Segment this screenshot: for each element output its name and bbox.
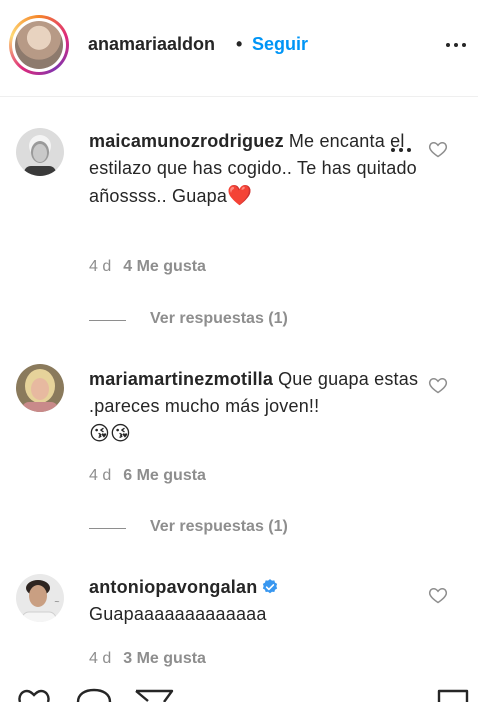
- comment-likes[interactable]: 4 Me gusta: [123, 258, 206, 275]
- like-heart-icon[interactable]: [428, 585, 448, 605]
- like-heart-icon[interactable]: [428, 375, 448, 395]
- kiss-emoji: 😘😘: [89, 421, 132, 445]
- comment-meta: 4 d 6 Me gusta: [89, 467, 206, 485]
- comment-body: mariamartinezmotilla Que guapa estas .par…: [89, 366, 419, 448]
- comment-username[interactable]: antoniopavongalan: [89, 577, 257, 597]
- comment-more-options-icon[interactable]: [389, 145, 413, 155]
- more-options-icon[interactable]: [444, 40, 468, 50]
- heart-emoji: ❤️: [227, 183, 253, 207]
- comment-username[interactable]: maicamunozrodriguez: [89, 131, 284, 151]
- comment-username[interactable]: mariamartinezmotilla: [89, 369, 273, 389]
- post-header: anamariaaldon • Seguir: [0, 0, 478, 97]
- avatar[interactable]: [16, 364, 64, 412]
- comment-text: Guapaaaaaaaaaaaaa: [89, 604, 267, 624]
- separator-dot: •: [236, 34, 243, 54]
- comment-meta: 4 d 4 Me gusta: [89, 258, 206, 276]
- comment-likes[interactable]: 3 Me gusta: [123, 650, 206, 667]
- view-replies-label: Ver respuestas (1): [150, 518, 288, 535]
- comment-body: antoniopavongalan Guapaaaaaaaaaaaaa: [89, 574, 419, 628]
- comment-icon[interactable]: [76, 688, 112, 702]
- verified-badge-icon: [263, 579, 278, 594]
- avatar[interactable]: [16, 128, 64, 176]
- bookmark-icon[interactable]: [436, 688, 470, 702]
- comment-likes[interactable]: 6 Me gusta: [123, 467, 206, 484]
- comment-time[interactable]: 4 d: [89, 467, 111, 484]
- avatar[interactable]: ~: [16, 574, 64, 622]
- comment-meta: 4 d 3 Me gusta: [89, 650, 206, 668]
- replies-divider: [89, 528, 126, 529]
- svg-text:~: ~: [54, 598, 60, 606]
- comment-time[interactable]: 4 d: [89, 258, 111, 275]
- header-username[interactable]: anamariaaldon: [88, 34, 215, 55]
- comment-time[interactable]: 4 d: [89, 650, 111, 667]
- replies-divider: [89, 320, 126, 321]
- follow-button[interactable]: Seguir: [252, 34, 308, 55]
- heart-icon[interactable]: [16, 688, 52, 702]
- view-replies-label: Ver respuestas (1): [150, 310, 288, 327]
- share-icon[interactable]: [134, 688, 174, 702]
- like-heart-icon[interactable]: [428, 139, 448, 159]
- post-action-bar: [0, 688, 478, 702]
- comment-body: maicamunozrodriguez Me encanta el estilaz…: [89, 128, 419, 210]
- profile-avatar[interactable]: [9, 15, 69, 75]
